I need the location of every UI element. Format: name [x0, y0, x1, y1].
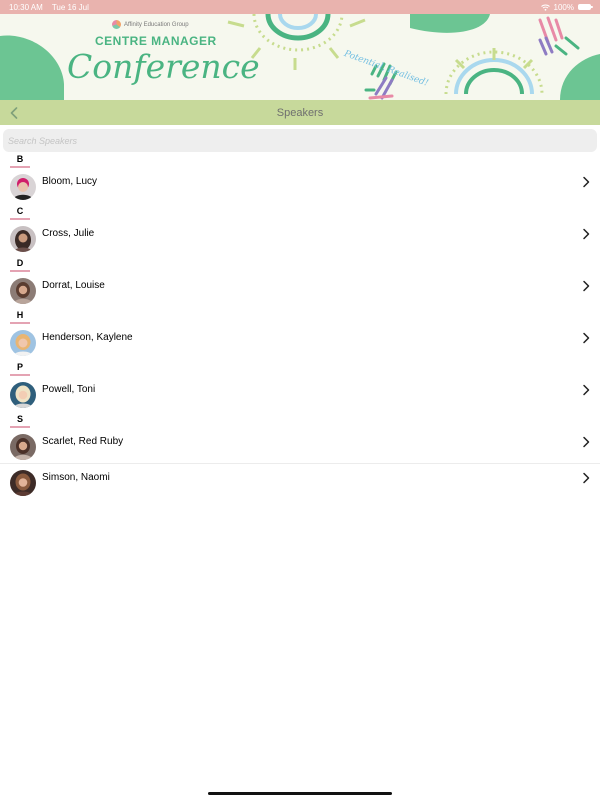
back-button[interactable]: [6, 105, 22, 121]
speaker-row[interactable]: Simson, Naomi: [0, 464, 600, 500]
section-letter: S: [16, 414, 23, 424]
speaker-name: Scarlet, Red Ruby: [42, 436, 124, 447]
chevron-right-icon: [583, 384, 590, 396]
speaker-row[interactable]: Dorrat, Louise: [0, 272, 600, 308]
avatar: [10, 382, 36, 408]
chevron-right-icon: [583, 280, 590, 292]
chevron-right-icon: [583, 472, 590, 484]
speakers-screen: 10:30 AM Tue 16 Jul 100% Affinity Educat…: [0, 0, 600, 800]
speaker-row[interactable]: Cross, Julie: [0, 220, 600, 256]
speaker-row[interactable]: Bloom, Lucy: [0, 168, 600, 204]
org-name: Affinity Education Group: [124, 21, 189, 28]
speaker-name: Bloom, Lucy: [42, 176, 98, 187]
status-date: Tue 16 Jul: [51, 2, 89, 12]
section-letter: P: [16, 362, 23, 372]
section-letter: H: [16, 310, 24, 320]
avatar: [10, 226, 36, 252]
chevron-left-icon: [10, 107, 18, 119]
banner-title: Conference: [67, 47, 260, 86]
section-letter: B: [16, 154, 24, 164]
section-header-b: B: [0, 152, 600, 168]
battery-percent: 100%: [553, 2, 574, 12]
avatar: [10, 330, 36, 356]
section-header-s: S: [0, 412, 600, 428]
conference-banner: Affinity Education Group CENTRE MANAGER …: [0, 14, 600, 100]
affinity-logo-icon: [112, 20, 121, 29]
section-header-d: D: [0, 256, 600, 272]
search-input[interactable]: [3, 129, 597, 152]
speaker-row[interactable]: Scarlet, Red Ruby: [0, 428, 600, 464]
nav-bar: Speakers: [0, 100, 600, 125]
avatar: [10, 278, 36, 304]
section-header-p: P: [0, 360, 600, 376]
speaker-list: B Bloom, Lucy C Cross, Julie D Dorrat, L…: [0, 152, 600, 500]
status-bar: 10:30 AM Tue 16 Jul 100%: [0, 0, 600, 14]
wifi-icon: [540, 4, 550, 11]
speaker-name: Cross, Julie: [42, 228, 95, 239]
section-letter: C: [16, 206, 24, 216]
speaker-name: Dorrat, Louise: [42, 280, 105, 291]
speaker-row[interactable]: Henderson, Kaylene: [0, 324, 600, 360]
speaker-name: Simson, Naomi: [42, 472, 110, 483]
chevron-right-icon: [583, 176, 590, 188]
avatar: [10, 470, 36, 496]
section-header-c: C: [0, 204, 600, 220]
avatar: [10, 174, 36, 200]
status-time: 10:30 AM: [9, 2, 43, 12]
speaker-name: Powell, Toni: [42, 384, 96, 395]
org-logo: Affinity Education Group: [112, 20, 189, 29]
speaker-row[interactable]: Powell, Toni: [0, 376, 600, 412]
chevron-right-icon: [583, 436, 590, 448]
speaker-name: Henderson, Kaylene: [42, 332, 133, 343]
chevron-right-icon: [583, 228, 590, 240]
banner-kicker: CENTRE MANAGER: [95, 34, 217, 48]
section-header-h: H: [0, 308, 600, 324]
home-indicator[interactable]: [208, 792, 392, 795]
battery-icon: [578, 4, 593, 10]
page-title: Speakers: [276, 106, 324, 119]
chevron-right-icon: [583, 332, 590, 344]
section-letter: D: [16, 258, 24, 268]
avatar: [10, 434, 36, 460]
